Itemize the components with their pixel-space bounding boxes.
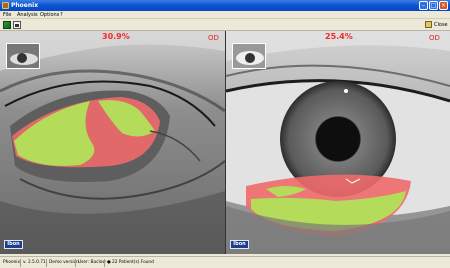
thumbnail-eye-icon: [233, 44, 265, 68]
status-app: Phoenix: [3, 260, 21, 265]
menu-options[interactable]: Options: [40, 11, 59, 19]
menu-help[interactable]: ?: [60, 11, 63, 19]
close-button[interactable]: Close: [425, 20, 448, 30]
minimize-button[interactable]: –: [419, 1, 428, 10]
status-separator: [46, 259, 47, 267]
window-title: Phoenix: [11, 2, 39, 9]
right-eye-image[interactable]: 25.4% OD Ibon: [226, 31, 450, 254]
toolbar: Close: [0, 19, 450, 31]
status-separator: [104, 259, 105, 267]
menu-bar: File Analysis Options ?: [0, 11, 450, 19]
ibon-logo-right: Ibon: [230, 240, 249, 249]
close-folder-icon: [425, 21, 432, 28]
title-bar[interactable]: Phoenix – □ ×: [0, 0, 450, 11]
left-thumbnail[interactable]: [6, 43, 40, 69]
status-separator: [75, 259, 76, 267]
eye-side-right: OD: [429, 34, 440, 42]
green-flag-icon[interactable]: [3, 21, 11, 29]
camera-icon[interactable]: [13, 21, 21, 29]
close-window-button[interactable]: ×: [439, 1, 448, 10]
menu-file[interactable]: File: [3, 11, 11, 19]
status-version: v. 2.5.0.71: [23, 260, 46, 265]
ibon-logo-left: Ibon: [4, 240, 23, 249]
right-thumbnail[interactable]: [232, 43, 266, 69]
left-eye-image[interactable]: 30.9% OD Ibon: [0, 31, 225, 254]
thumbnail-eye-icon: [7, 44, 39, 68]
patients-icon: ●: [107, 260, 111, 265]
coverage-percent-right: 25.4%: [325, 32, 353, 41]
status-patients: 22 Patient(s) Found: [112, 260, 154, 265]
coverage-percent-left: 30.9%: [102, 32, 130, 41]
maximize-button[interactable]: □: [429, 1, 438, 10]
app-icon: [2, 2, 9, 9]
status-bar: Phoenix v. 2.5.0.71 Demo version User: B…: [0, 256, 450, 268]
status-user: User: Baclow: [78, 260, 106, 265]
app-window: Phoenix – □ × File Analysis Options ? Cl…: [0, 0, 450, 268]
eye-side-left: OD: [208, 34, 219, 42]
menu-analysis[interactable]: Analysis: [17, 11, 38, 19]
status-separator: [20, 259, 21, 267]
close-label: Close: [434, 22, 448, 28]
